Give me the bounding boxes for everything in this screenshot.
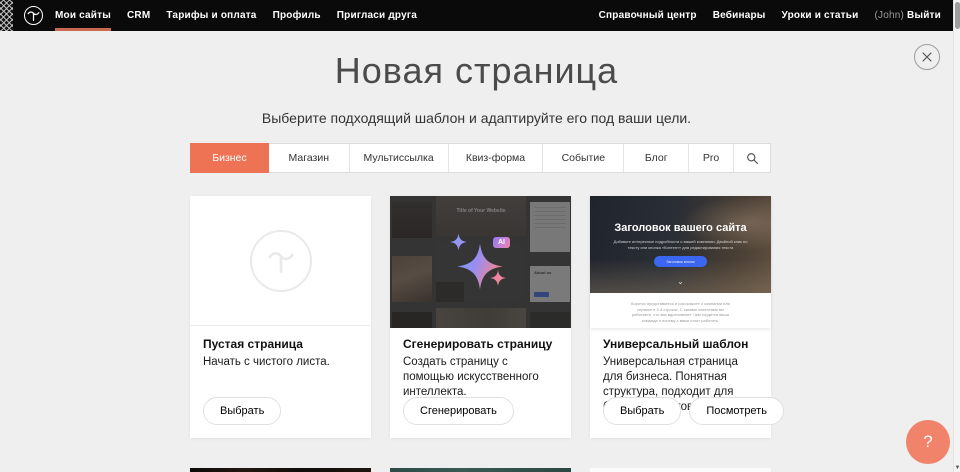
template-card-partial[interactable]	[590, 468, 771, 472]
card-title: Сгенерировать страницу	[403, 337, 552, 351]
page-scrollbar[interactable]: ▼	[953, 0, 960, 472]
template-card-partial[interactable]	[190, 468, 371, 472]
close-dialog-button[interactable]	[914, 44, 940, 70]
card-description: Создать страницу с помощью искусственног…	[403, 355, 559, 400]
template-category-tabs: Бизнес Магазин Мультиссылка Квиз-форма С…	[190, 143, 771, 173]
tilda-watermark-icon	[250, 230, 312, 292]
nav-logout[interactable]: (John) Выйти	[874, 0, 941, 31]
logout-label: Выйти	[907, 10, 941, 21]
blank-page-preview	[190, 196, 371, 326]
template-body: Коротко представьтесь и расскажите о ком…	[590, 293, 771, 328]
template-paragraph: Коротко представьтесь и расскажите о ком…	[628, 301, 733, 323]
tab-event[interactable]: Событие	[543, 144, 624, 172]
tab-business[interactable]: Бизнес	[190, 143, 269, 173]
help-button[interactable]: ?	[906, 420, 950, 464]
template-heading: Заголовок вашего сайта	[590, 222, 771, 234]
nav-profile[interactable]: Профиль	[273, 0, 321, 31]
card-title: Универсальный шаблон	[603, 337, 748, 351]
tab-store[interactable]: Магазин	[269, 144, 350, 172]
nav-plans-payment[interactable]: Тарифы и оплата	[166, 0, 256, 31]
ai-sparkle-small-pink-icon	[490, 269, 506, 287]
nav-webinars[interactable]: Вебинары	[713, 0, 766, 31]
choose-button[interactable]: Выбрать	[203, 397, 281, 425]
ai-sparkle-small-blue-icon	[450, 232, 467, 252]
universal-template-preview: Заголовок вашего сайта Добавьте интересн…	[590, 196, 771, 328]
tab-pro[interactable]: Pro	[689, 144, 734, 172]
search-icon	[746, 152, 759, 165]
nav-lessons[interactable]: Уроки и статьи	[782, 0, 859, 31]
preview-button[interactable]: Посмотреть	[689, 397, 784, 425]
card-universal-template: Заголовок вашего сайта Добавьте интересн…	[590, 196, 771, 438]
page-title: Новая страница	[0, 50, 953, 92]
card-description: Начать с чистого листа.	[203, 355, 359, 370]
scrollbar-arrow-down-icon[interactable]: ▼	[954, 465, 960, 471]
tilda-logo-icon[interactable]	[24, 6, 43, 25]
tab-quiz-form[interactable]: Квиз-форма	[449, 144, 544, 172]
template-subtext: Добавьте интересные подробности о вашей …	[612, 239, 749, 250]
template-cards-row: Пустая страница Начать с чистого листа. …	[190, 196, 771, 438]
template-card-partial[interactable]	[390, 468, 571, 472]
ai-preview: Title of Your Website About us	[390, 196, 571, 328]
nav-my-sites[interactable]: Мои сайты	[55, 0, 111, 31]
tab-blog[interactable]: Блог	[624, 144, 689, 172]
close-icon	[921, 51, 933, 63]
card-blank-page: Пустая страница Начать с чистого листа. …	[190, 196, 371, 438]
tab-multilink[interactable]: Мультиссылка	[350, 144, 449, 172]
nav-help-center[interactable]: Справочный центр	[599, 0, 697, 31]
secondary-nav: Справочный центр Вебинары Уроки и статьи…	[599, 0, 941, 31]
card-title: Пустая страница	[203, 337, 303, 351]
background-pattern	[0, 0, 13, 31]
choose-button[interactable]: Выбрать	[603, 397, 681, 425]
ai-badge: AI	[493, 237, 510, 248]
template-hero: Заголовок вашего сайта Добавьте интересн…	[590, 196, 771, 293]
top-navigation-bar: Мои сайты CRM Тарифы и оплата Профиль Пр…	[0, 0, 953, 31]
nav-crm[interactable]: CRM	[127, 0, 150, 31]
username-label: (John)	[874, 10, 904, 21]
card-ai-generate: Title of Your Website About us	[390, 196, 571, 438]
scrollbar-thumb[interactable]	[955, 2, 960, 29]
tab-search[interactable]	[734, 144, 770, 172]
page-subtitle: Выберите подходящий шаблон и адаптируйте…	[0, 110, 953, 126]
generate-button[interactable]: Сгенерировать	[403, 397, 514, 425]
nav-invite-friend[interactable]: Пригласи друга	[337, 0, 417, 31]
chevron-down-icon: ⌄	[590, 278, 771, 286]
template-cta-button: Заголовок кнопки	[654, 256, 707, 267]
primary-nav: Мои сайты CRM Тарифы и оплата Профиль Пр…	[55, 0, 417, 31]
